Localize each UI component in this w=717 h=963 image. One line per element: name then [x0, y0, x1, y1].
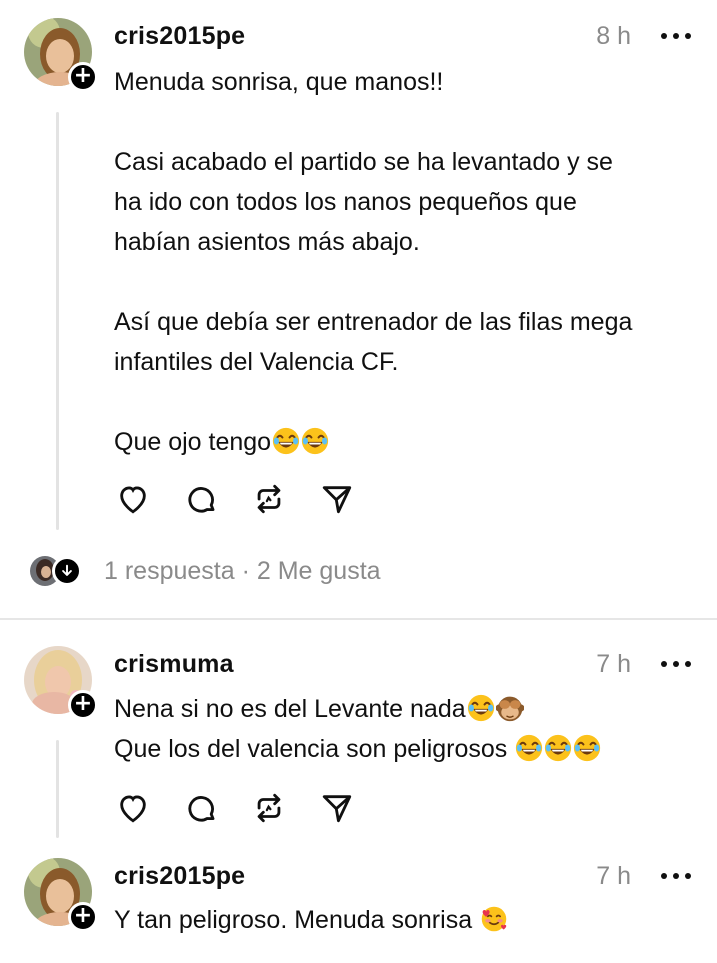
heart-icon	[120, 486, 146, 514]
action-bar	[114, 480, 386, 518]
like-button[interactable]	[114, 480, 152, 518]
text-line: Que ojo tengo	[114, 428, 272, 456]
comment-1: + cris2015pe 8 h Menuda sonrisa, que man…	[0, 0, 717, 610]
text-line-with-emoji: Que los del valencia son peligrosos	[114, 729, 694, 769]
text-line: habían asientos más abajo.	[114, 228, 420, 256]
text-line-with-emoji: Y tan peligroso. Menuda sonrisa	[114, 900, 694, 940]
text-line-with-emoji: Que ojo tengo	[114, 422, 694, 462]
username[interactable]: cris2015pe	[114, 862, 245, 891]
text-line: Nena si no es del Levante nada	[114, 695, 466, 723]
share-icon	[322, 486, 352, 514]
avatar[interactable]: +	[24, 18, 98, 92]
laughing-emoji	[573, 734, 601, 762]
text-line-with-emoji: Nena si no es del Levante nada	[114, 689, 694, 729]
timestamp: 7 h	[596, 862, 631, 890]
expand-replies-icon[interactable]	[52, 556, 82, 586]
follow-plus-icon[interactable]: +	[68, 902, 98, 932]
follow-plus-icon[interactable]: +	[68, 690, 98, 720]
more-options-icon[interactable]	[661, 872, 691, 880]
laughing-emoji	[515, 734, 543, 762]
username[interactable]: crismuma	[114, 650, 234, 679]
share-icon	[322, 795, 352, 823]
more-options-icon[interactable]	[661, 660, 691, 668]
like-button[interactable]	[114, 789, 152, 827]
text-line: Y tan peligroso. Menuda sonrisa	[114, 906, 480, 934]
comment-text: Menuda sonrisa, que manos!! Casi acabado…	[114, 62, 694, 462]
laughing-emoji	[467, 694, 495, 722]
comment-text: Nena si no es del Levante nada Que los d…	[114, 689, 694, 769]
timestamp: 8 h	[596, 22, 631, 50]
more-options-icon[interactable]	[661, 32, 691, 40]
comment-button[interactable]	[182, 789, 220, 827]
timestamp: 7 h	[596, 650, 631, 678]
repost-icon	[257, 484, 281, 514]
text-line: ha ido con todos los nanos pequeños que	[114, 188, 577, 216]
replies-summary-text[interactable]: 1 respuesta · 2 Me gusta	[104, 557, 381, 586]
heart-icon	[120, 795, 146, 823]
smiling-face-with-hearts-emoji	[480, 905, 508, 933]
laughing-emoji	[272, 427, 300, 455]
avatar[interactable]: +	[24, 858, 98, 932]
username[interactable]: cris2015pe	[114, 22, 245, 51]
repost-icon	[257, 793, 281, 823]
laughing-emoji	[544, 734, 572, 762]
comment-2: + crismuma 7 h Nena si no es del Levante…	[0, 620, 717, 840]
text-line: Que los del valencia son peligrosos	[114, 735, 515, 763]
repost-button[interactable]	[250, 789, 288, 827]
share-button[interactable]	[318, 789, 356, 827]
text-line: Casi acabado el partido se ha levantado …	[114, 148, 613, 176]
text-line: Así que debía ser entrenador de las fila…	[114, 308, 633, 336]
thread-line	[56, 112, 59, 530]
comment-icon	[188, 487, 215, 513]
comment-3: + cris2015pe 7 h Y tan peligroso. Menuda…	[0, 840, 717, 963]
comment-text: Y tan peligroso. Menuda sonrisa	[114, 900, 694, 940]
action-bar	[114, 789, 386, 827]
follow-plus-icon[interactable]: +	[68, 62, 98, 92]
share-button[interactable]	[318, 480, 356, 518]
text-line: Menuda sonrisa, que manos!!	[114, 68, 444, 96]
thread-line	[56, 740, 59, 838]
see-no-evil-monkey-emoji	[496, 694, 524, 722]
text-line: infantiles del Valencia CF.	[114, 348, 399, 376]
comment-icon	[188, 796, 215, 822]
avatar[interactable]: +	[24, 646, 98, 720]
repost-button[interactable]	[250, 480, 288, 518]
replies-summary-row[interactable]: 1 respuesta · 2 Me gusta	[30, 556, 381, 586]
comment-button[interactable]	[182, 480, 220, 518]
laughing-emoji	[301, 427, 329, 455]
